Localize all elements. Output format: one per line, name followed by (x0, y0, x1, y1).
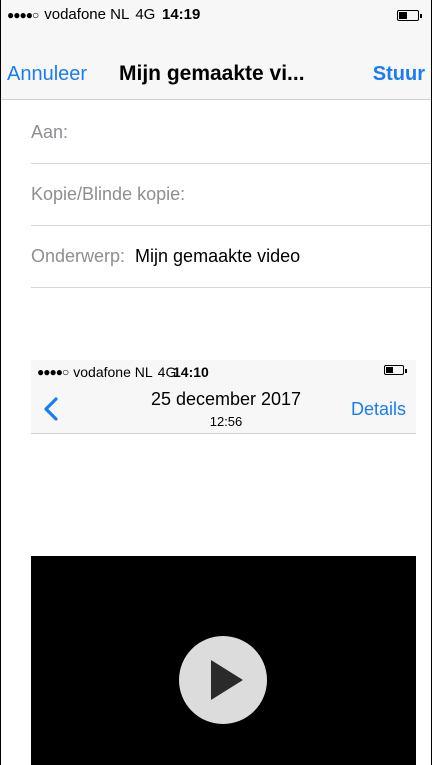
attachment-carrier: vodafone NL (73, 364, 153, 380)
subject-field[interactable]: Onderwerp: Mijn gemaakte video (31, 226, 431, 288)
attachment-date: 25 december 2017 (150, 389, 302, 409)
battery-fill (399, 12, 407, 19)
compose-title: Mijn gemaakte vi... (119, 62, 305, 85)
attachment-battery-fill (386, 367, 393, 373)
attachment-battery-nub (405, 369, 407, 373)
attachment-status-bar: ●●●●○ vodafone NL 4G 14:10 (31, 360, 416, 382)
chevron-left-icon (44, 397, 58, 421)
play-button[interactable] (179, 636, 267, 724)
subject-label: Onderwerp: (31, 246, 126, 266)
battery-nub (420, 14, 422, 18)
video-preview[interactable] (31, 556, 416, 765)
compose-nav-bar: Annuleer Mijn gemaakte vi... Stuur (1, 40, 431, 100)
status-left: ●●●●○ vodafone NL 4G (7, 6, 155, 23)
attachment-time: 12:56 (209, 414, 243, 429)
attachment-status-time: 14:10 (173, 364, 209, 380)
network-type: 4G (135, 6, 156, 23)
to-label: Aan: (31, 122, 69, 142)
to-field[interactable]: Aan: (31, 102, 431, 164)
carrier-name: vodafone NL (44, 6, 130, 23)
mail-compose-screen: ●●●●○ vodafone NL 4G 14:19 Annuleer Mijn… (0, 0, 432, 765)
signal-strength-icon: ●●●●○ (7, 7, 39, 22)
cc-bcc-field[interactable]: Kopie/Blinde kopie: (31, 164, 431, 226)
attachment-battery-icon (384, 365, 407, 375)
cancel-button[interactable]: Annuleer (7, 63, 87, 86)
status-bar: ●●●●○ vodafone NL 4G 14:19 (1, 0, 431, 40)
details-link: Details (350, 399, 406, 419)
send-button[interactable]: Stuur (373, 63, 425, 86)
play-icon (211, 660, 243, 700)
status-time: 14:19 (162, 6, 201, 23)
subject-value[interactable]: Mijn gemaakte video (135, 246, 300, 267)
attachment-status-left: ●●●●○ vodafone NL 4G (37, 364, 176, 380)
battery-icon (397, 10, 422, 21)
attachment-nav-bar: 25 december 2017 12:56 Details (31, 382, 416, 434)
cc-bcc-label: Kopie/Blinde kopie: (31, 184, 186, 204)
attachment-signal-icon: ●●●●○ (37, 365, 69, 379)
attached-screenshot: ●●●●○ vodafone NL 4G 14:10 25 december 2… (31, 360, 416, 765)
